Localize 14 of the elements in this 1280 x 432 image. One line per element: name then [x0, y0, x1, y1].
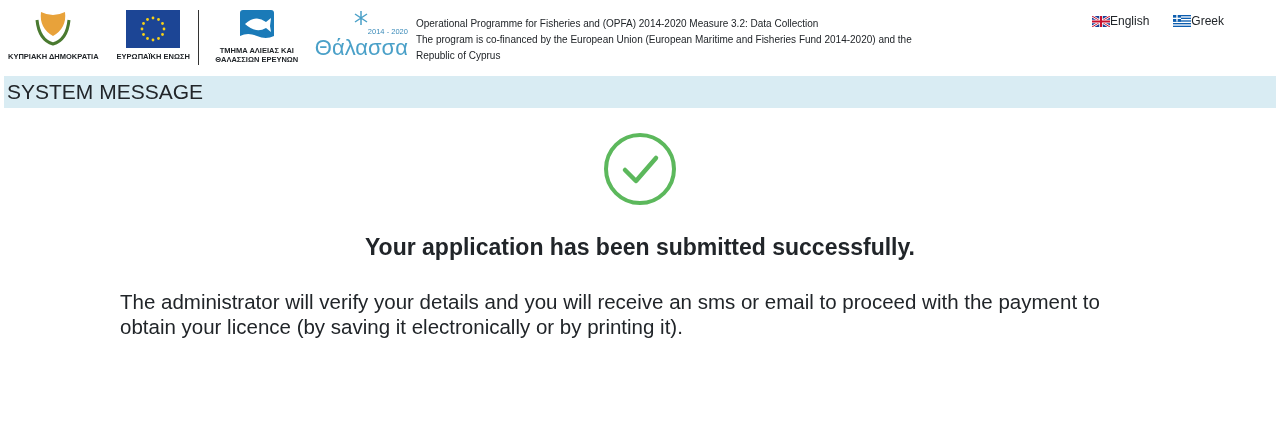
- snowflake-icon: [353, 10, 370, 26]
- message-text: The administrator will verify your details and you will receive an sms or email to proceed with the payment to obtain your licence (by saving it electronically or by printing it).: [120, 288, 1101, 339]
- fish-icon: [239, 10, 274, 42]
- message-heading: Your application has been submitted successfully.: [365, 233, 915, 262]
- header-text: Operational Programme for Fisheries and (OPFA) 2014-2020 Measure 3.2: Data Collection: [415, 17, 820, 31]
- logo-wordmark: Θάλασσα: [314, 37, 408, 60]
- flag-icon: [1173, 15, 1192, 27]
- language-link[interactable]: Greek: [1173, 12, 1224, 30]
- language-link[interactable]: English: [1091, 12, 1150, 30]
- flag-icon: [1091, 15, 1110, 27]
- eu-flag-icon: [126, 10, 181, 48]
- banner-title: SYSTEM MESSAGE: [4, 76, 1276, 108]
- check-circle-icon: [603, 132, 677, 206]
- header-text: The program is co-financed by the European Union (European Maritime and Fisheries Fund 2014-2020) and the Republic of Cyprus: [415, 33, 913, 63]
